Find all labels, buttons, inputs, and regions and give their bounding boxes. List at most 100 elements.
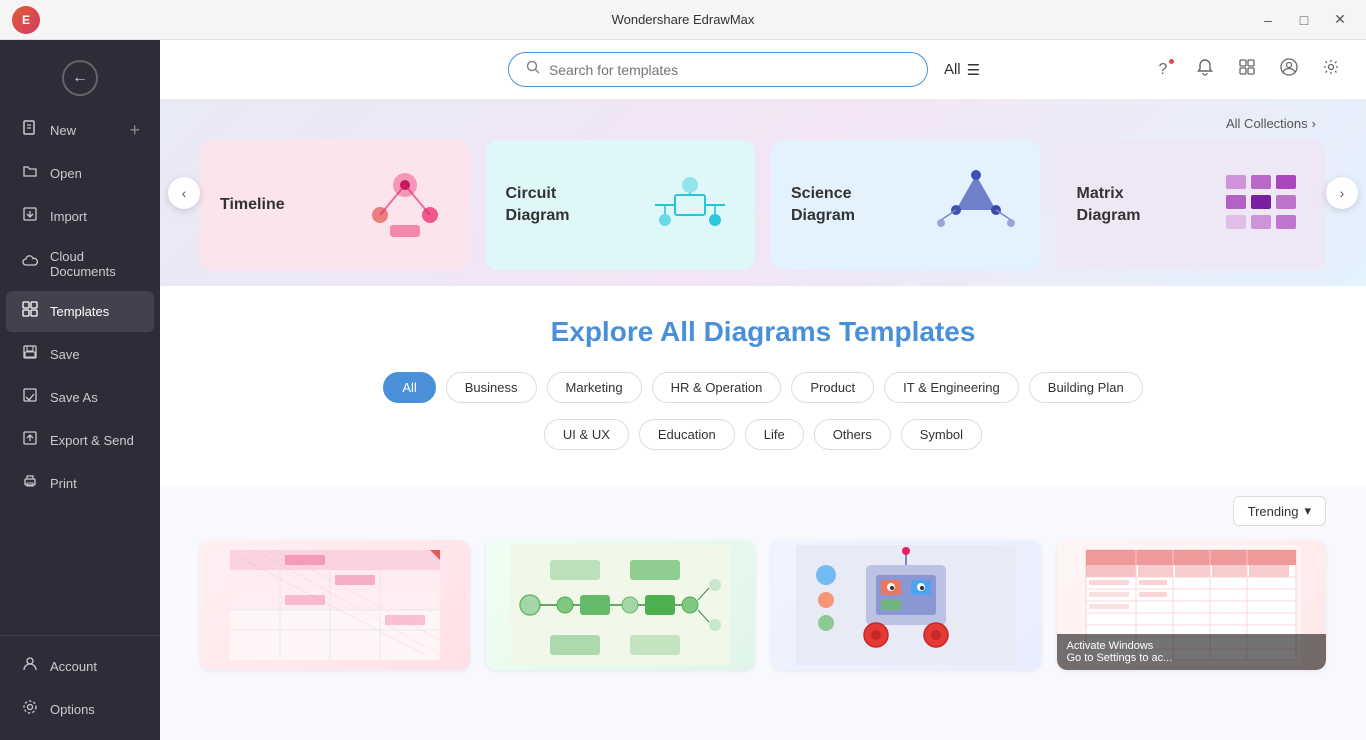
all-label: All: [944, 61, 961, 78]
app-title: Wondershare EdrawMax: [612, 12, 755, 27]
science-illustration: [931, 160, 1021, 250]
all-menu-button[interactable]: All ☰: [944, 61, 980, 79]
sidebar-item-import-label: Import: [50, 209, 87, 224]
help-icon: ?: [1159, 61, 1168, 79]
new-plus-icon: +: [129, 120, 140, 141]
carousel-card-science[interactable]: ScienceDiagram: [771, 140, 1041, 270]
filter-product[interactable]: Product: [791, 372, 874, 403]
template-img-3: [771, 540, 1041, 670]
sidebar-item-print[interactable]: Print: [6, 463, 154, 504]
saveas-icon: [20, 387, 40, 408]
matrix-label: MatrixDiagram: [1077, 183, 1141, 228]
sort-label: Trending: [1248, 504, 1299, 519]
account-icon: [20, 656, 40, 677]
sidebar-item-templates-label: Templates: [50, 304, 109, 319]
filter-it[interactable]: IT & Engineering: [884, 372, 1019, 403]
sidebar-item-export-label: Export & Send: [50, 433, 134, 448]
explore-title: Explore All Diagrams Templates: [200, 316, 1326, 348]
search-input[interactable]: [549, 62, 911, 78]
activate-title: Activate Windows: [1067, 640, 1317, 652]
activate-windows-overlay: Activate Windows Go to Settings to ac...: [1057, 634, 1327, 670]
window-controls: – □ ✕: [1254, 6, 1354, 34]
sidebar-item-account[interactable]: Account: [6, 646, 154, 687]
new-icon: [20, 120, 40, 141]
sidebar-item-saveas[interactable]: Save As: [6, 377, 154, 418]
carousel-next-button[interactable]: ›: [1326, 177, 1358, 209]
sidebar-item-options-label: Options: [50, 702, 95, 717]
help-button[interactable]: ?: [1148, 55, 1178, 85]
filter-hr[interactable]: HR & Operation: [652, 372, 782, 403]
sidebar-item-new[interactable]: New +: [6, 110, 154, 151]
sidebar-item-import[interactable]: Import: [6, 196, 154, 237]
sort-dropdown[interactable]: Trending ▾: [1233, 496, 1326, 526]
main-layout: ← New + Open: [0, 40, 1366, 740]
explore-prefix: Explore: [551, 316, 654, 347]
template-card-1[interactable]: [200, 540, 470, 670]
filter-others[interactable]: Others: [814, 419, 891, 450]
back-button[interactable]: ←: [62, 60, 98, 96]
search-wrapper[interactable]: [508, 52, 928, 87]
science-label: ScienceDiagram: [791, 183, 855, 228]
template-card-3[interactable]: [771, 540, 1041, 670]
filter-education[interactable]: Education: [639, 419, 735, 450]
sidebar-bottom: Account Options: [0, 635, 160, 740]
notifications-button[interactable]: [1190, 55, 1220, 85]
sidebar-item-open[interactable]: Open: [6, 153, 154, 194]
template-card-4[interactable]: Activate Windows Go to Settings to ac...: [1057, 540, 1327, 670]
apps-icon: [1238, 58, 1256, 81]
print-icon: [20, 473, 40, 494]
template-card-2[interactable]: [486, 540, 756, 670]
export-icon: [20, 430, 40, 451]
all-collections-link[interactable]: All Collections ›: [1226, 116, 1316, 131]
menu-icon: ☰: [967, 61, 980, 79]
minimize-button[interactable]: –: [1254, 6, 1282, 34]
filter-marketing[interactable]: Marketing: [547, 372, 642, 403]
circuit-illustration: [645, 160, 735, 250]
template-img-2: [486, 540, 756, 670]
maximize-button[interactable]: □: [1290, 6, 1318, 34]
templates-toolbar: Trending ▾: [200, 496, 1326, 526]
filter-ui[interactable]: UI & UX: [544, 419, 629, 450]
filter-symbol[interactable]: Symbol: [901, 419, 982, 450]
chevron-right-icon: ›: [1340, 185, 1345, 201]
filter-all[interactable]: All: [383, 372, 435, 403]
sidebar-item-cloud[interactable]: Cloud Documents: [6, 239, 154, 289]
sidebar-item-account-label: Account: [50, 659, 97, 674]
filter-life[interactable]: Life: [745, 419, 804, 450]
content-area: All ☰ ?: [160, 40, 1366, 740]
sidebar-item-export[interactable]: Export & Send: [6, 420, 154, 461]
templates-grid: Activate Windows Go to Settings to ac...: [200, 540, 1326, 670]
top-icons: ?: [1148, 55, 1346, 85]
apps-button[interactable]: [1232, 55, 1262, 85]
filter-tags: All Business Marketing HR & Operation Pr…: [200, 372, 1326, 403]
search-bar-area: All ☰ ?: [160, 40, 1366, 100]
carousel-card-timeline[interactable]: Timeline: [200, 140, 470, 270]
sidebar-item-save-label: Save: [50, 347, 80, 362]
activate-subtitle: Go to Settings to ac...: [1067, 652, 1317, 664]
sidebar-item-new-label: New: [50, 123, 76, 138]
sidebar-item-saveas-label: Save As: [50, 390, 98, 405]
template-img-1: [200, 540, 470, 670]
sidebar: ← New + Open: [0, 40, 160, 740]
chevron-left-icon: ‹: [182, 185, 187, 201]
chevron-right-icon: ›: [1312, 116, 1316, 131]
sidebar-item-templates[interactable]: Templates: [6, 291, 154, 332]
sidebar-top: ← New + Open: [0, 48, 160, 635]
user-profile-button[interactable]: [1274, 55, 1304, 85]
carousel-card-circuit[interactable]: CircuitDiagram: [486, 140, 756, 270]
search-icon: [525, 59, 541, 80]
back-area: ←: [0, 48, 160, 108]
sidebar-item-save[interactable]: Save: [6, 334, 154, 375]
settings-icon: [1322, 58, 1340, 81]
content-scroll[interactable]: All Collections › ‹ Timeline: [160, 100, 1366, 740]
sidebar-item-options[interactable]: Options: [6, 689, 154, 730]
filter-building[interactable]: Building Plan: [1029, 372, 1143, 403]
cloud-icon: [20, 254, 40, 275]
sidebar-item-open-label: Open: [50, 166, 82, 181]
filter-business[interactable]: Business: [446, 372, 537, 403]
close-button[interactable]: ✕: [1326, 6, 1354, 34]
settings-button[interactable]: [1316, 55, 1346, 85]
carousel-prev-button[interactable]: ‹: [168, 177, 200, 209]
circuit-label: CircuitDiagram: [506, 183, 570, 228]
carousel-card-matrix[interactable]: MatrixDiagram: [1057, 140, 1327, 270]
